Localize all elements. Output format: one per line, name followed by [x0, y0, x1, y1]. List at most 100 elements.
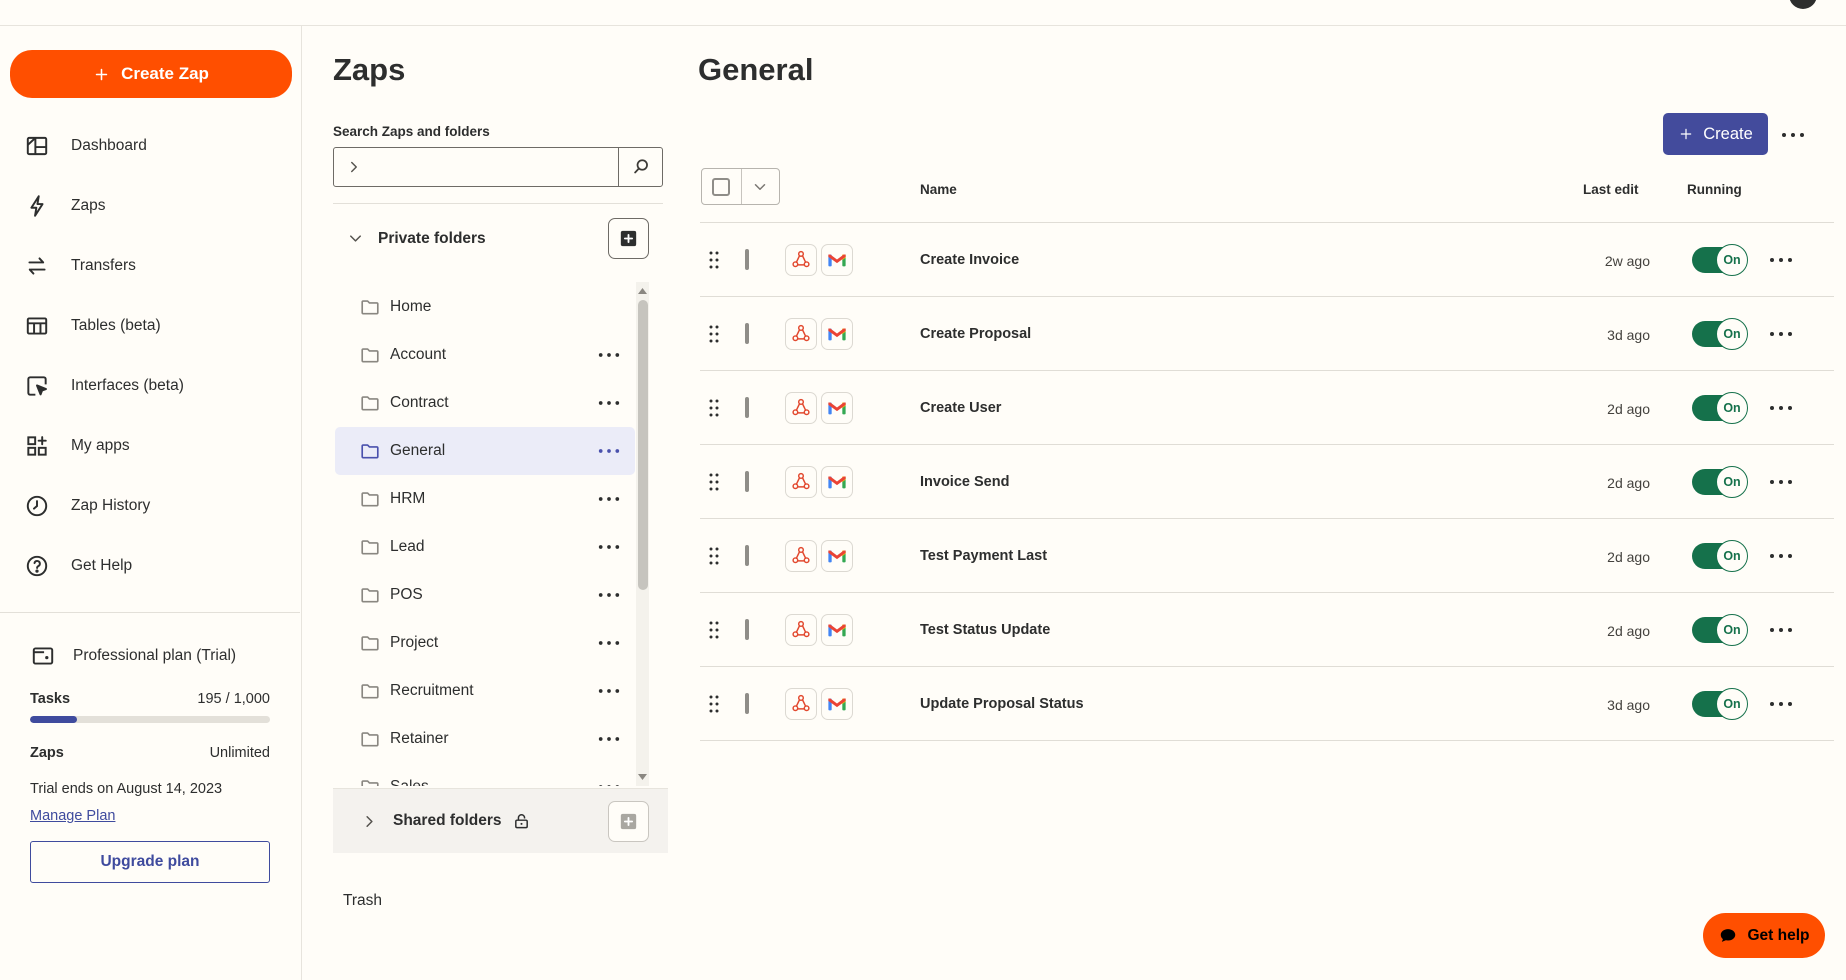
drag-handle-icon[interactable]: [708, 250, 720, 270]
sidebar-item-zap-history[interactable]: Zap History: [0, 476, 300, 536]
folder-item-recruitment[interactable]: Recruitment: [335, 667, 635, 715]
row-checkbox[interactable]: [745, 397, 749, 418]
row-checkbox[interactable]: [745, 545, 749, 566]
folder-item-account[interactable]: Account: [335, 331, 635, 379]
sidebar-item-transfers[interactable]: Transfers: [0, 236, 300, 296]
zap-name-link[interactable]: Create Proposal: [920, 326, 1031, 342]
zap-name-link[interactable]: Test Payment Last: [920, 548, 1047, 564]
scroll-up-arrow-icon[interactable]: [636, 284, 649, 298]
row-menu-button[interactable]: [1766, 256, 1796, 264]
manage-plan-link[interactable]: Manage Plan: [30, 808, 115, 824]
select-all-checkbox[interactable]: [702, 169, 741, 204]
row-checkbox[interactable]: [745, 693, 749, 714]
sidebar-item-get-help[interactable]: Get Help: [0, 536, 300, 596]
add-private-folder-button[interactable]: [608, 218, 649, 259]
sidebar-item-interfaces-beta[interactable]: Interfaces (beta): [0, 356, 300, 416]
zap-name-link[interactable]: Create User: [920, 400, 1001, 416]
sidebar-item-my-apps[interactable]: My apps: [0, 416, 300, 476]
shared-folders-header[interactable]: Shared folders: [333, 788, 668, 853]
drag-handle-icon[interactable]: [708, 546, 720, 566]
trash-link[interactable]: Trash: [343, 892, 382, 910]
row-menu-button[interactable]: [1766, 552, 1796, 560]
zap-row: Create Proposal 3d ago On: [700, 297, 1834, 371]
zap-name-link[interactable]: Update Proposal Status: [920, 696, 1084, 712]
search-button[interactable]: [618, 148, 662, 186]
wallet-icon: [30, 643, 56, 669]
user-avatar[interactable]: [1789, 0, 1817, 9]
zap-on-toggle[interactable]: On: [1692, 540, 1748, 572]
zap-name-link[interactable]: Invoice Send: [920, 474, 1009, 490]
folder-menu-button[interactable]: [597, 783, 621, 786]
zap-on-toggle[interactable]: On: [1692, 392, 1748, 424]
zap-on-toggle[interactable]: On: [1692, 318, 1748, 350]
folder-menu-button[interactable]: [597, 735, 621, 743]
create-zap-button[interactable]: Create Zap: [10, 50, 292, 98]
zap-name-link[interactable]: Test Status Update: [920, 622, 1050, 638]
sidebar-item-tables-beta[interactable]: Tables (beta): [0, 296, 300, 356]
drag-handle-icon[interactable]: [708, 324, 720, 344]
zap-row: Test Status Update 2d ago On: [700, 593, 1834, 667]
row-checkbox[interactable]: [745, 619, 749, 640]
folder-item-pos[interactable]: POS: [335, 571, 635, 619]
folder-menu-button[interactable]: [597, 495, 621, 503]
folder-item-hrm[interactable]: HRM: [335, 475, 635, 523]
folder-item-project[interactable]: Project: [335, 619, 635, 667]
folder-item-lead[interactable]: Lead: [335, 523, 635, 571]
drag-handle-icon[interactable]: [708, 398, 720, 418]
scroll-down-arrow-icon[interactable]: [636, 770, 649, 784]
row-menu-button[interactable]: [1766, 626, 1796, 634]
zoho-invoice-icon: [785, 688, 817, 720]
drag-handle-icon[interactable]: [708, 694, 720, 714]
folder-menu-button[interactable]: [597, 543, 621, 551]
zap-row: Update Proposal Status 3d ago On: [700, 667, 1834, 741]
folder-item-home[interactable]: Home: [335, 283, 635, 331]
drag-handle-icon[interactable]: [708, 620, 720, 640]
select-all-dropdown[interactable]: [740, 169, 779, 204]
folder-menu-button[interactable]: [597, 447, 621, 455]
folder-menu-button[interactable]: [597, 591, 621, 599]
folder-item-general[interactable]: General: [335, 427, 635, 475]
row-checkbox[interactable]: [745, 249, 749, 270]
zap-on-toggle[interactable]: On: [1692, 614, 1748, 646]
folders-scrollbar[interactable]: [636, 282, 649, 786]
folder-menu-button[interactable]: [1774, 126, 1812, 144]
clock-icon: [24, 493, 50, 519]
private-folders-header[interactable]: Private folders: [346, 217, 486, 260]
folder-item-contract[interactable]: Contract: [335, 379, 635, 427]
drag-handle-icon[interactable]: [708, 472, 720, 492]
create-button[interactable]: Create: [1663, 113, 1768, 155]
sidebar-item-dashboard[interactable]: Dashboard: [0, 116, 300, 176]
sidebar-item-zaps[interactable]: Zaps: [0, 176, 300, 236]
zoho-invoice-icon: [785, 540, 817, 572]
row-menu-button[interactable]: [1766, 404, 1796, 412]
folder-menu-button[interactable]: [597, 687, 621, 695]
row-checkbox[interactable]: [745, 471, 749, 492]
row-checkbox[interactable]: [745, 323, 749, 344]
folder-item-sales[interactable]: Sales: [335, 763, 635, 786]
scrollbar-thumb[interactable]: [637, 300, 648, 590]
toggle-state-label: On: [1723, 401, 1741, 415]
folder-menu-button[interactable]: [597, 639, 621, 647]
zaps-label: Zaps: [30, 745, 64, 761]
row-menu-button[interactable]: [1766, 700, 1796, 708]
row-menu-button[interactable]: [1766, 478, 1796, 486]
zoho-invoice-icon: [785, 318, 817, 350]
zap-on-toggle[interactable]: On: [1692, 244, 1748, 276]
zap-on-toggle[interactable]: On: [1692, 466, 1748, 498]
sidebar-item-label: Zaps: [71, 197, 106, 214]
zap-name-link[interactable]: Create Invoice: [920, 252, 1019, 268]
sidebar-item-label: Interfaces (beta): [71, 377, 184, 394]
folder-label: Recruitment: [390, 682, 474, 699]
get-help-button[interactable]: Get help: [1703, 913, 1825, 958]
upgrade-plan-button[interactable]: Upgrade plan: [30, 841, 270, 883]
toggle-state-label: On: [1723, 475, 1741, 489]
search-input[interactable]: [363, 148, 618, 186]
zap-on-toggle[interactable]: On: [1692, 688, 1748, 720]
folder-item-retainer[interactable]: Retainer: [335, 715, 635, 763]
folder-menu-button[interactable]: [597, 399, 621, 407]
add-shared-folder-button[interactable]: [608, 801, 649, 842]
toggle-state-label: On: [1723, 549, 1741, 563]
folder-label: HRM: [390, 490, 426, 507]
folder-menu-button[interactable]: [597, 351, 621, 359]
row-menu-button[interactable]: [1766, 330, 1796, 338]
